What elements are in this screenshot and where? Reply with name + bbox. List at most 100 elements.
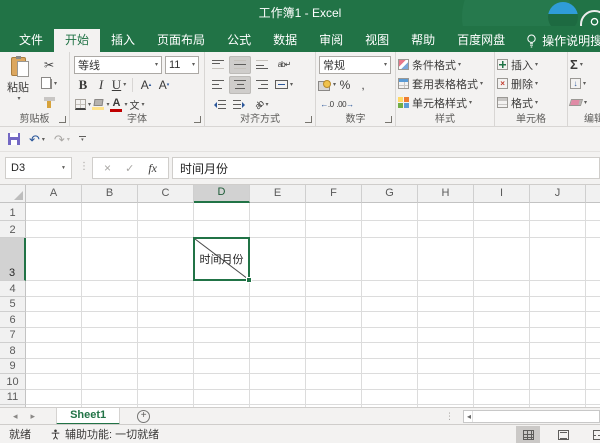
scrollbar-thumb[interactable]	[472, 411, 598, 422]
font-size-combo[interactable]: 11▾	[165, 56, 199, 74]
cell-F5[interactable]	[306, 297, 362, 313]
cell-B9[interactable]	[82, 359, 138, 375]
cell-D7[interactable]	[194, 328, 250, 344]
cell-F9[interactable]	[306, 359, 362, 375]
ribbon-tab-文件[interactable]: 文件	[8, 29, 54, 52]
insert-function-icon[interactable]: fx	[148, 161, 157, 176]
italic-button[interactable]: I	[92, 76, 110, 94]
horizontal-scrollbar[interactable]: ◂	[463, 410, 600, 423]
cell-B11[interactable]	[82, 390, 138, 406]
cell-A11[interactable]	[26, 390, 82, 406]
cell-G8[interactable]	[362, 343, 418, 359]
sheet-tab-sheet1[interactable]: Sheet1	[56, 408, 120, 425]
cell-I9[interactable]	[474, 359, 530, 375]
cell-D2[interactable]	[194, 221, 250, 238]
cell-K11[interactable]	[586, 390, 600, 406]
cell-A6[interactable]	[26, 312, 82, 328]
cell-A4[interactable]	[26, 281, 82, 297]
font-name-combo[interactable]: 等线▾	[74, 56, 162, 74]
cell-F10[interactable]	[306, 374, 362, 390]
cell-A10[interactable]	[26, 374, 82, 390]
selected-cell-D3[interactable]: 时间月份	[193, 237, 250, 281]
cell-H4[interactable]	[418, 281, 474, 297]
select-all-corner[interactable]	[0, 185, 26, 203]
cell-C2[interactable]	[138, 221, 194, 238]
row-header-4[interactable]: 4	[0, 281, 26, 297]
cell-B5[interactable]	[82, 297, 138, 313]
cell-I6[interactable]	[474, 312, 530, 328]
cell-B3[interactable]	[82, 238, 138, 281]
cell-K2[interactable]	[586, 221, 600, 238]
cell-J4[interactable]	[530, 281, 586, 297]
cell-G1[interactable]	[362, 203, 418, 221]
cell-G3[interactable]	[362, 238, 418, 281]
cell-A2[interactable]	[26, 221, 82, 238]
cell-A7[interactable]	[26, 328, 82, 344]
normal-view-button[interactable]	[516, 426, 540, 443]
accounting-format-button[interactable]: ▾	[318, 76, 336, 94]
cell-A1[interactable]	[26, 203, 82, 221]
ribbon-tab-公式[interactable]: 公式	[216, 29, 262, 52]
tabbar-resize-handle[interactable]: ⋮	[445, 411, 454, 422]
spreadsheet-grid[interactable]: ABCDEFGHIJ123456789101112 时间月份	[0, 185, 600, 407]
bold-button[interactable]: B	[74, 76, 92, 94]
accessibility-status[interactable]: 辅助功能: 一切就绪	[50, 426, 159, 442]
cell-B4[interactable]	[82, 281, 138, 297]
align-bottom-button[interactable]	[251, 56, 273, 74]
underline-button[interactable]: U▾	[110, 76, 128, 94]
cut-button[interactable]: ✂	[44, 57, 54, 72]
cell-F1[interactable]	[306, 203, 362, 221]
column-header-E[interactable]: E	[250, 185, 306, 203]
cell-J9[interactable]	[530, 359, 586, 375]
column-header-C[interactable]: C	[138, 185, 194, 203]
cell-K7[interactable]	[586, 328, 600, 344]
increase-font-button[interactable]: A▴	[137, 76, 155, 94]
cell-D9[interactable]	[194, 359, 250, 375]
cancel-icon[interactable]: ×	[104, 161, 111, 175]
cell-H9[interactable]	[418, 359, 474, 375]
cell-I4[interactable]	[474, 281, 530, 297]
enter-icon[interactable]: ✓	[125, 162, 134, 175]
sheet-nav-left-icon[interactable]: ◂	[13, 411, 18, 422]
cell-K1[interactable]	[586, 203, 600, 221]
cell-G11[interactable]	[362, 390, 418, 406]
cell-J5[interactable]	[530, 297, 586, 313]
scroll-left-icon[interactable]: ◂	[467, 412, 471, 421]
cell-D10[interactable]	[194, 374, 250, 390]
row-header-5[interactable]: 5	[0, 297, 26, 313]
cell-I10[interactable]	[474, 374, 530, 390]
cell-B8[interactable]	[82, 343, 138, 359]
cell-D4[interactable]	[194, 281, 250, 297]
ribbon-tab-审阅[interactable]: 审阅	[308, 29, 354, 52]
formula-input[interactable]: 时间月份	[172, 157, 600, 179]
dialog-launcher-icon[interactable]	[59, 116, 66, 123]
cell-H3[interactable]	[418, 238, 474, 281]
cell-H10[interactable]	[418, 374, 474, 390]
cell-C8[interactable]	[138, 343, 194, 359]
cell-H8[interactable]	[418, 343, 474, 359]
cell-K5[interactable]	[586, 297, 600, 313]
copy-button[interactable]: ▾	[41, 76, 57, 91]
ribbon-tab-帮助[interactable]: 帮助	[400, 29, 446, 52]
ribbon-tab-数据[interactable]: 数据	[262, 29, 308, 52]
cell-J1[interactable]	[530, 203, 586, 221]
cell-I8[interactable]	[474, 343, 530, 359]
fill-handle[interactable]	[246, 277, 252, 283]
cell-A3[interactable]	[26, 238, 82, 281]
cell-F8[interactable]	[306, 343, 362, 359]
cell-G9[interactable]	[362, 359, 418, 375]
comma-style-button[interactable]: ,	[354, 76, 372, 94]
align-center-button[interactable]	[229, 76, 251, 94]
cell-I5[interactable]	[474, 297, 530, 313]
percent-style-button[interactable]: %	[336, 76, 354, 94]
sheet-nav-right-icon[interactable]: ▸	[31, 411, 36, 422]
cell-J3[interactable]	[530, 238, 586, 281]
cell-E6[interactable]	[250, 312, 306, 328]
cell-J11[interactable]	[530, 390, 586, 406]
cell-D6[interactable]	[194, 312, 250, 328]
cell-E1[interactable]	[250, 203, 306, 221]
cell-E9[interactable]	[250, 359, 306, 375]
row-header-3[interactable]: 3	[0, 238, 26, 281]
cell-H7[interactable]	[418, 328, 474, 344]
column-header-B[interactable]: B	[82, 185, 138, 203]
